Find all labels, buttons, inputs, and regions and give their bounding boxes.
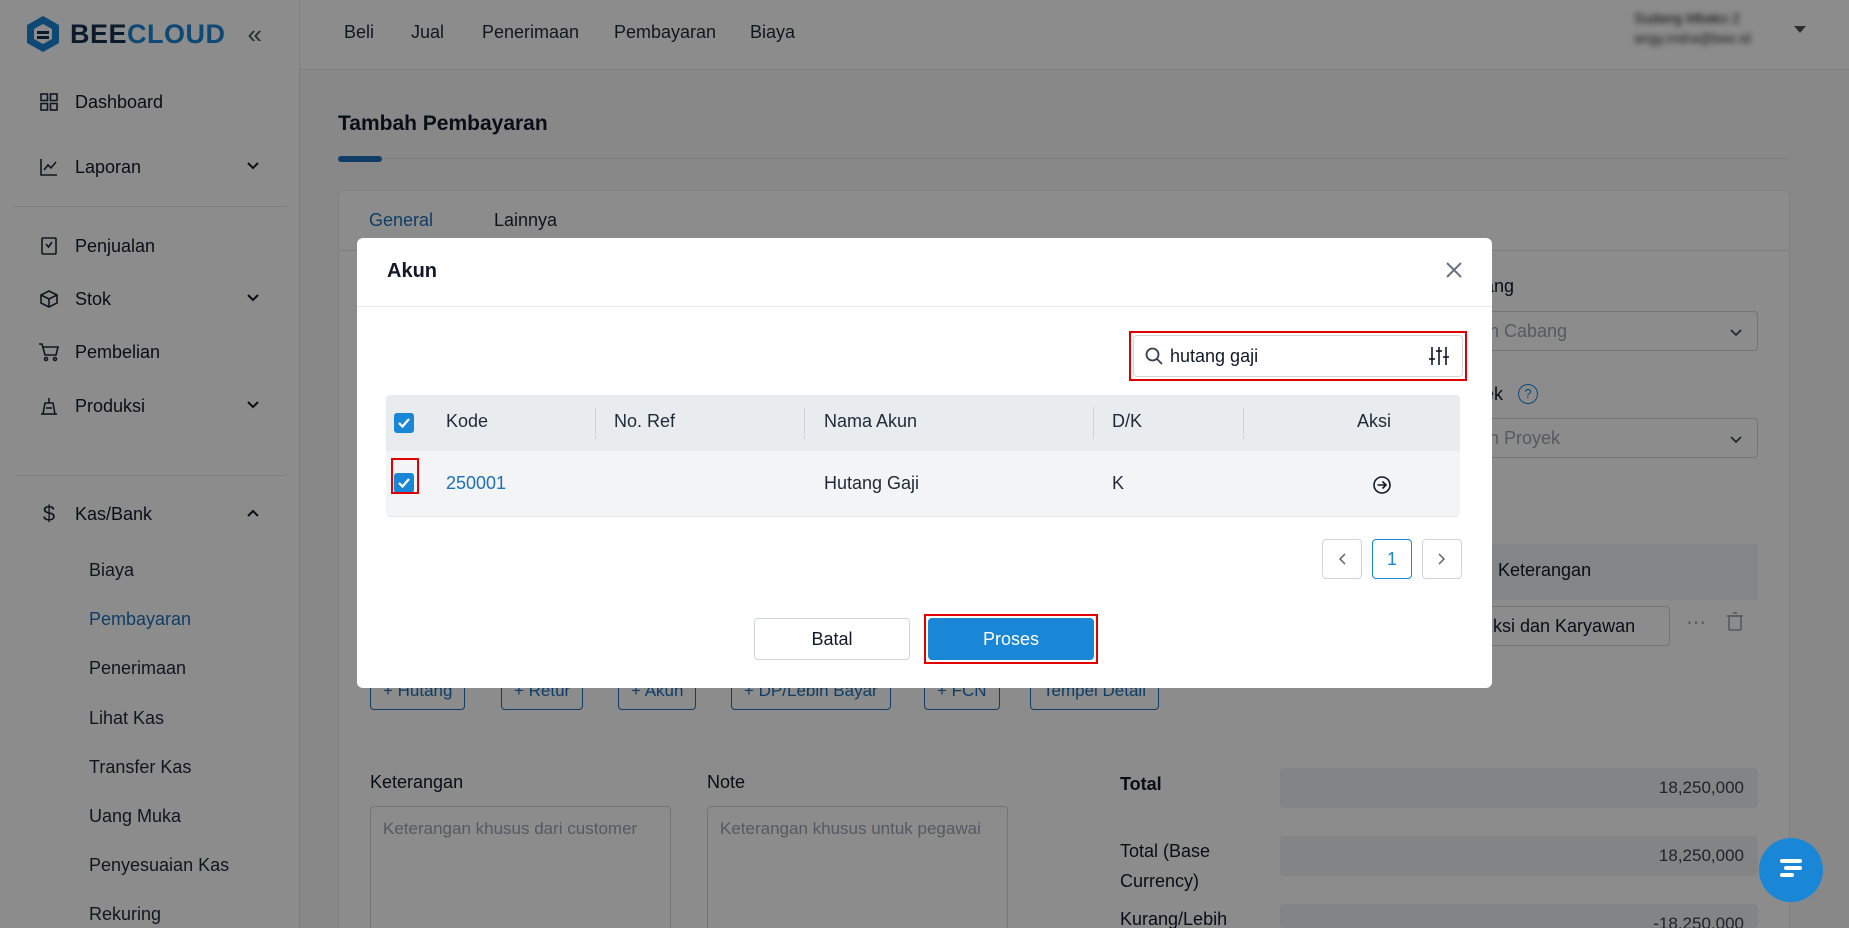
pagination-next-button[interactable] (1422, 539, 1462, 579)
dialog-title: Akun (387, 260, 437, 282)
search-field (1133, 335, 1463, 377)
pagination-prev-button[interactable] (1322, 539, 1362, 579)
row-nama-akun: Hutang Gaji (824, 473, 920, 493)
highlight-box (391, 458, 419, 494)
select-all-checkbox[interactable] (394, 413, 414, 433)
column-header-nama-akun: Nama Akun (824, 411, 918, 431)
column-header-no-ref: No. Ref (614, 411, 676, 431)
close-icon[interactable] (1440, 256, 1468, 284)
column-header-aksi: Aksi (1357, 411, 1392, 431)
column-header-kode: Kode (446, 411, 489, 431)
cancel-button[interactable]: Batal (754, 618, 910, 660)
akun-table: Kode No. Ref Nama Akun D/K Aksi 250001 H… (386, 395, 1460, 517)
arrow-circle-right-icon[interactable] (1372, 475, 1392, 500)
filter-icon[interactable] (1428, 345, 1450, 372)
column-separator (804, 407, 805, 439)
search-icon (1144, 346, 1164, 371)
row-dk: K (1112, 473, 1125, 493)
search-input[interactable] (1170, 344, 1410, 368)
table-header: Kode No. Ref Nama Akun D/K Aksi (386, 395, 1460, 451)
column-header-dk: D/K (1112, 411, 1143, 431)
column-separator (595, 407, 596, 439)
pagination-page-1[interactable]: 1 (1372, 539, 1412, 579)
proses-button[interactable]: Proses (928, 618, 1094, 660)
column-separator (1093, 407, 1094, 439)
chat-button[interactable] (1759, 838, 1823, 902)
chat-icon (1778, 857, 1804, 884)
table-row[interactable]: 250001 Hutang Gaji K (386, 451, 1460, 517)
divider (357, 306, 1492, 307)
row-kode-link[interactable]: 250001 (446, 473, 506, 494)
akun-dialog: Akun Kode No. Ref Nama Akun D/K Aksi 250… (357, 238, 1492, 688)
column-separator (1243, 407, 1244, 439)
